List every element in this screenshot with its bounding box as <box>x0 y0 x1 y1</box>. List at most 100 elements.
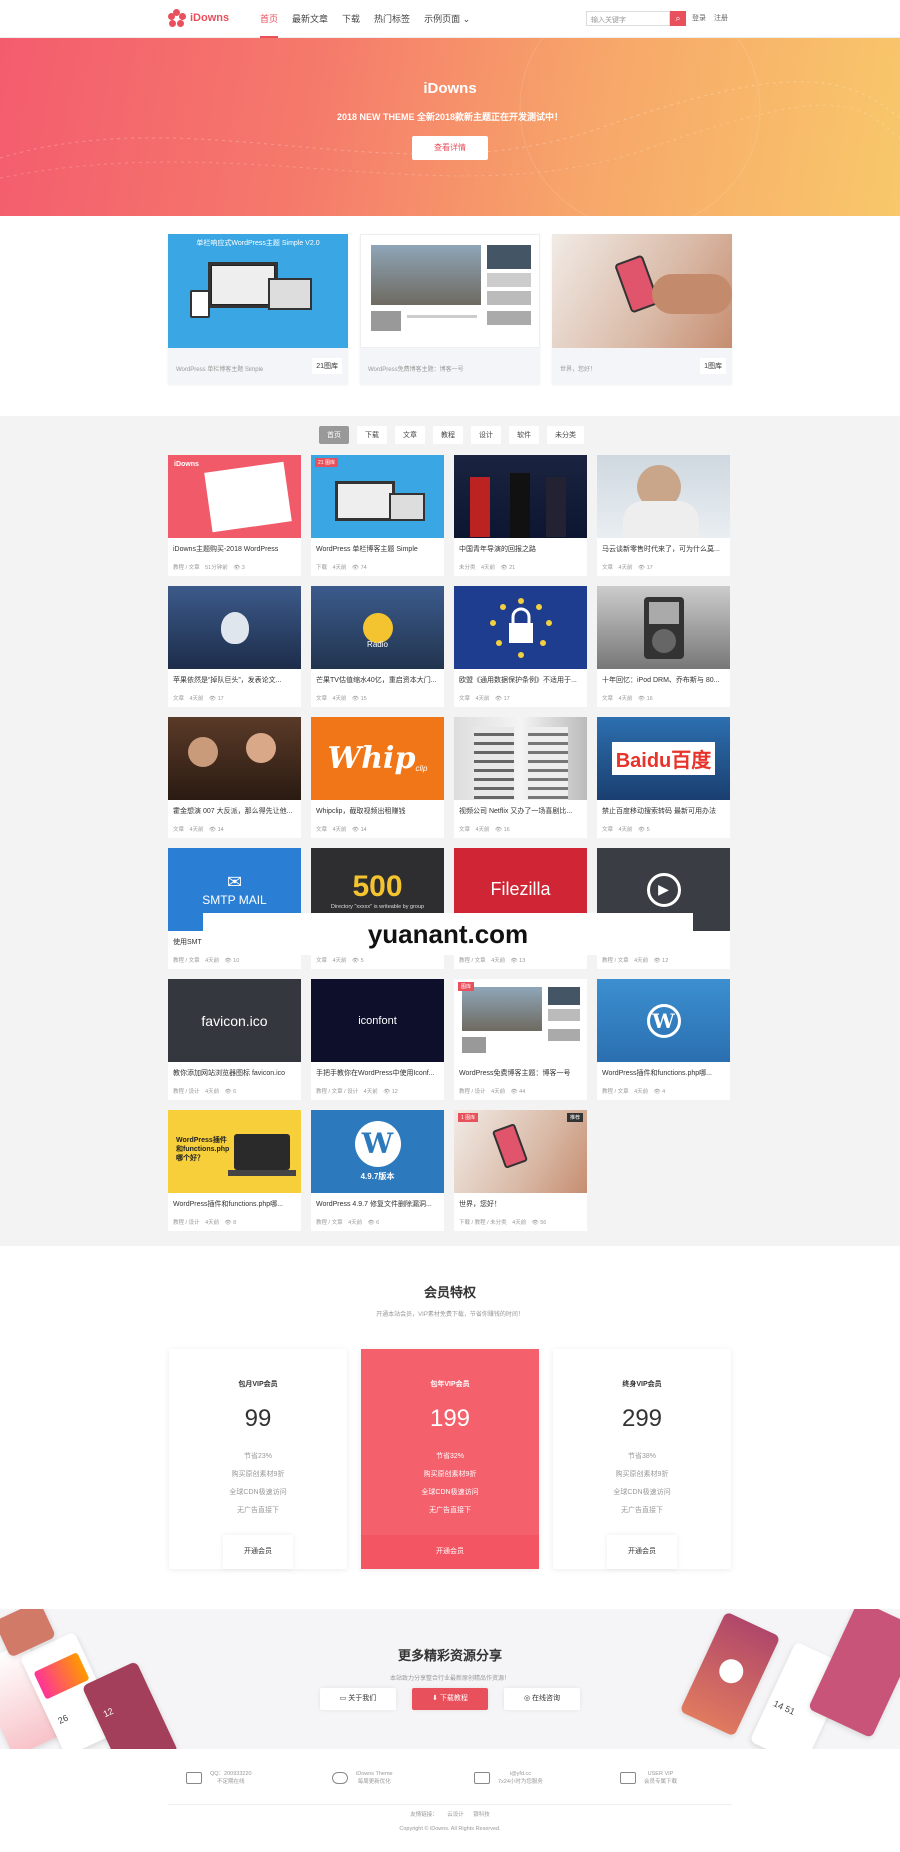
post-card[interactable]: 马云谈新零售时代来了，可为什么莫... 文章 4天前 👁 17 <box>597 455 730 576</box>
post-card[interactable]: W WordPress插件和functions.php哪... 教程 / 文章 … <box>597 979 730 1100</box>
tab-software[interactable]: 软件 <box>509 426 539 444</box>
plan-feature: 无广告直接下 <box>621 1507 663 1514</box>
thumb-iconfont-text: iconfont <box>358 1014 397 1027</box>
post-title[interactable]: WordPress 4.9.7 修复文件删除漏洞... <box>316 1199 440 1209</box>
nav-latest[interactable]: 最新文章 <box>292 0 328 38</box>
post-title[interactable]: 马云谈新零售时代来了，可为什么莫... <box>602 544 726 554</box>
post-meta: 教程 / 设计 4天前 👁 6 <box>173 1089 237 1095</box>
post-title[interactable]: 世界，您好！ <box>459 1199 583 1209</box>
featured-card[interactable]: 世界，您好！ 1图库 <box>552 234 732 384</box>
site-logo[interactable]: iDowns <box>168 9 229 27</box>
login-link[interactable]: 登录 <box>692 15 706 22</box>
tab-design[interactable]: 设计 <box>471 426 501 444</box>
post-title[interactable]: WordPress 单栏博客主题 Simple <box>316 544 440 554</box>
open-membership-button[interactable]: 开通会员 <box>607 1535 677 1569</box>
friend-link[interactable]: 银科技 <box>473 1812 490 1818</box>
nav-hot-tags[interactable]: 热门标签 <box>374 0 410 38</box>
post-title[interactable]: 欧盟《通用数据保护条例》不适用于... <box>459 675 583 685</box>
friend-link[interactable]: 云设计 <box>447 1812 464 1818</box>
search-input[interactable]: 输入关键字 <box>586 11 670 26</box>
post-card[interactable]: 图库 WordPress免费博客主题：博客一号 教程 / 设计 4天前 👁 44 <box>454 979 587 1100</box>
post-title[interactable]: 视频公司 Netflix 又办了一场喜剧比... <box>459 806 583 816</box>
post-title[interactable]: 禁止百度移动搜索转码 最新可用办法 <box>602 806 726 816</box>
post-card[interactable]: 苹果依然是“掉队巨头”，发表论文... 文章 4天前 👁 17 <box>168 586 301 707</box>
online-consult-label: 在线咨询 <box>532 1695 561 1702</box>
post-title[interactable]: WordPress插件和functions.php哪... <box>173 1199 297 1209</box>
share-subtitle: 本站致力分享整合行业最新原创精品作资源！ <box>389 1676 510 1682</box>
post-card[interactable]: Radio 芒果TV估值缩水40亿，重启资本大门... 文章 4天前 👁 15 <box>311 586 444 707</box>
chat-bubble-icon <box>186 1772 202 1784</box>
post-card[interactable]: Baidu百度 禁止百度移动搜索转码 最新可用办法 文章 4天前 👁 5 <box>597 717 730 838</box>
post-card[interactable]: WordPress插件和functions.php哪个好？ WordPress插… <box>168 1110 301 1231</box>
post-thumb <box>168 586 301 669</box>
post-title[interactable]: 中国青年导演的回报之路 <box>459 544 583 554</box>
featured-banner-text: 单栏响应式WordPress主题 Simple V2.0 <box>196 240 320 247</box>
post-meta: 文章 4天前 👁 14 <box>316 827 367 833</box>
vip-plan-lifetime: 终身VIP会员 299 节省38% 购买原创素材9折 全球CDN极速访问 无广告… <box>553 1349 731 1569</box>
phone-stat: 51 <box>783 1703 797 1717</box>
search-icon[interactable]: ⌕ <box>670 11 686 26</box>
hero-details-button[interactable]: 查看详情 <box>412 136 488 160</box>
post-title[interactable]: iDowns主题购买-2018 WordPress <box>173 544 297 554</box>
open-membership-button[interactable]: 开通会员 <box>361 1535 539 1569</box>
download-tutorial-button[interactable]: ⬇ 下载教程 <box>412 1688 488 1710</box>
tab-home[interactable]: 首页 <box>319 426 349 444</box>
tab-uncategorized[interactable]: 未分类 <box>547 426 584 444</box>
post-meta: 文章 4天前 👁 5 <box>602 827 650 833</box>
plan-feature: 购买原创素材9折 <box>231 1471 285 1478</box>
post-card[interactable]: W 4.9.7版本 WordPress 4.9.7 修复文件删除漏洞... 教程… <box>311 1110 444 1231</box>
post-card[interactable]: Whip clip Whipclip，截取视频出租赚钱 文章 4天前 👁 14 <box>311 717 444 838</box>
footer-theme: iDowns Theme 每周更新优化 <box>332 1770 393 1786</box>
post-title[interactable]: 教你添加网站浏览器图标 favicon.ico <box>173 1068 297 1078</box>
footer-item-line: 会员专属下载 <box>644 1779 678 1785</box>
footer-email: i@yfd.cc 7x24小时为您服务 <box>474 1770 543 1786</box>
post-thumb <box>168 717 301 800</box>
footer-divider <box>168 1804 732 1805</box>
open-membership-button[interactable]: 开通会员 <box>223 1535 293 1569</box>
tab-download[interactable]: 下载 <box>357 426 387 444</box>
nav-download[interactable]: 下载 <box>342 0 360 38</box>
post-meta: 教程 / 文章 4天前 👁 10 <box>173 958 240 964</box>
post-card[interactable]: 中国青年导演的回报之路 未分类 4天前 👁 21 <box>454 455 587 576</box>
post-title[interactable]: WordPress免费博客主题：博客一号 <box>459 1068 583 1078</box>
post-card[interactable]: 21 图库 WordPress 单栏博客主题 Simple 下载 4天前 👁 7… <box>311 455 444 576</box>
post-card[interactable]: iconfont 手把手教你在WordPress中使用Iconf... 教程 /… <box>311 979 444 1100</box>
thumb-500-text: 500 <box>352 869 403 903</box>
thumb-clip-text: clip <box>415 764 428 773</box>
post-card[interactable]: 十年回忆：iPod DRM、乔布斯与 80... 文章 4天前 👁 16 <box>597 586 730 707</box>
post-title[interactable]: 手把手教你在WordPress中使用Iconf... <box>316 1068 440 1078</box>
nav-example-pages[interactable]: 示例页面 ⌄ <box>424 0 470 38</box>
post-title[interactable]: 霍金想演 007 大反派，那么得先让他... <box>173 806 297 816</box>
featured-card[interactable]: 单栏响应式WordPress主题 Simple V2.0 WordPress 单… <box>168 234 348 384</box>
post-card[interactable]: 1 图库 推荐 世界，您好！ 下载 / 教程 / 未分类 4天前 👁 56 <box>454 1110 587 1231</box>
plan-feature: 节省38% <box>627 1453 656 1460</box>
nav-home[interactable]: 首页 <box>260 0 279 38</box>
online-consult-button[interactable]: ◎ 在线咨询 <box>504 1688 580 1710</box>
footer-item-line: USER VIP <box>647 1771 674 1777</box>
post-title[interactable]: 芒果TV估值缩水40亿，重启资本大门... <box>316 675 440 685</box>
post-title[interactable]: 十年回忆：iPod DRM、乔布斯与 80... <box>602 675 726 685</box>
tab-article[interactable]: 文章 <box>395 426 425 444</box>
post-thumb <box>597 455 730 538</box>
plan-price: 99 <box>244 1405 272 1432</box>
post-title[interactable]: 苹果依然是“掉队巨头”，发表论文... <box>173 675 297 685</box>
post-meta: 文章 4天前 👁 16 <box>459 827 510 833</box>
featured-caption: WordPress免费博客主题：博客一号 <box>368 367 464 373</box>
featured-card[interactable]: WordPress免费博客主题：博客一号 <box>360 234 540 384</box>
featured-count: 1图库 <box>700 358 726 374</box>
about-us-button[interactable]: ▭ 关于我们 <box>320 1688 396 1710</box>
post-card[interactable]: 视频公司 Netflix 又办了一场喜剧比... 文章 4天前 👁 16 <box>454 717 587 838</box>
post-meta: 下载 / 教程 / 未分类 4天前 👁 56 <box>459 1220 547 1226</box>
post-card[interactable]: 霍金想演 007 大反派，那么得先让他... 文章 4天前 👁 14 <box>168 717 301 838</box>
register-link[interactable]: 注册 <box>714 15 728 22</box>
album-tag: 图库 <box>458 982 475 991</box>
post-title[interactable]: WordPress插件和functions.php哪... <box>602 1068 726 1078</box>
tab-tutorial[interactable]: 教程 <box>433 426 463 444</box>
post-card[interactable]: favicon.ico 教你添加网站浏览器图标 favicon.ico 教程 /… <box>168 979 301 1100</box>
post-card[interactable]: iDowns iDowns主题购买-2018 WordPress 教程 / 文章… <box>168 455 301 576</box>
posts-grid: iDowns iDowns主题购买-2018 WordPress 教程 / 文章… <box>168 455 732 1231</box>
post-title[interactable]: Whipclip，截取视频出租赚钱 <box>316 806 440 816</box>
post-card[interactable]: 欧盟《通用数据保护条例》不适用于... 文章 4天前 👁 17 <box>454 586 587 707</box>
featured-caption: 世界，您好！ <box>560 367 597 373</box>
post-thumb: 1 图库 推荐 <box>454 1110 587 1193</box>
